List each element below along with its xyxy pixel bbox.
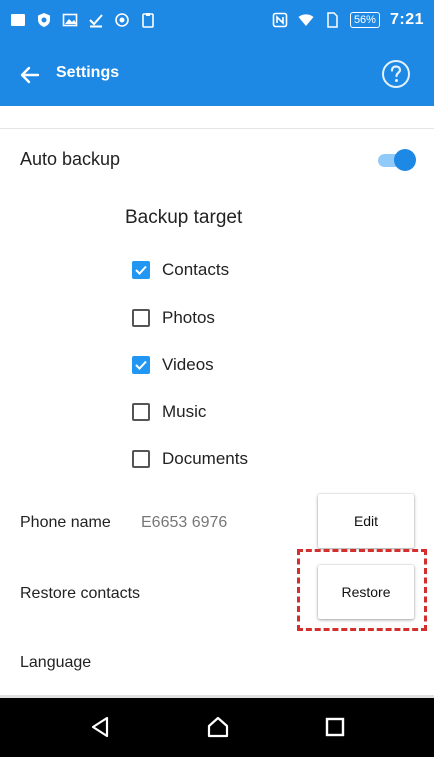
nfc-icon <box>272 12 288 28</box>
auto-backup-label: Auto backup <box>20 149 121 169</box>
recents-icon[interactable] <box>320 712 350 742</box>
checkbox-label: Contacts <box>162 260 230 279</box>
checkbox-row-documents[interactable]: Documents <box>132 447 248 471</box>
app-bar: Settings <box>0 44 434 106</box>
checkbox-unchecked-icon[interactable] <box>132 450 150 468</box>
checkbox-label: Videos <box>162 355 214 374</box>
checkbox-checked-icon[interactable] <box>132 261 150 279</box>
page-title: Settings <box>56 64 120 81</box>
sim-icon <box>327 12 338 28</box>
checkbox-row-contacts[interactable]: Contacts <box>132 258 229 282</box>
restore-contacts-label: Restore contacts <box>20 585 141 602</box>
status-time: 7:21 <box>389 11 424 28</box>
settings-screen: 56% 7:21 Settings Auto backup Backup tar… <box>0 0 434 757</box>
checkbox-label: Documents <box>162 449 248 468</box>
home-icon[interactable] <box>203 712 233 742</box>
arrow-left-icon[interactable] <box>18 63 42 87</box>
checkbox-label: Music <box>162 402 207 421</box>
language-label[interactable]: Language <box>20 654 91 672</box>
toggle-thumb <box>394 149 416 171</box>
phone-name-label: Phone name <box>20 514 111 531</box>
shield-icon <box>38 13 50 27</box>
back-triangle-icon[interactable] <box>86 712 116 742</box>
checkbox-row-photos[interactable]: Photos <box>132 306 215 330</box>
image-icon <box>62 13 78 27</box>
auto-backup-toggle[interactable] <box>376 148 416 172</box>
status-bar: 56% 7:21 <box>0 0 434 44</box>
checkbox-unchecked-icon[interactable] <box>132 309 150 327</box>
divider <box>0 128 434 129</box>
edit-button[interactable]: Edit <box>318 494 414 548</box>
backup-target-title: Backup target <box>125 207 243 228</box>
download-check-icon <box>89 14 103 28</box>
status-icons-left <box>10 12 156 28</box>
wifi-icon <box>298 14 314 26</box>
checkbox-unchecked-icon[interactable] <box>132 403 150 421</box>
checkbox-checked-icon[interactable] <box>132 356 150 374</box>
clipboard-icon <box>142 13 154 28</box>
navigation-bar <box>0 698 434 757</box>
help-circle-icon[interactable] <box>380 58 412 90</box>
phone-name-value: E6653 6976 <box>141 514 228 531</box>
checkbox-row-videos[interactable]: Videos <box>132 353 214 377</box>
restore-button[interactable]: Restore <box>318 565 414 619</box>
notification-square-icon <box>11 14 25 26</box>
battery-level: 56% <box>349 12 380 28</box>
checkbox-label: Photos <box>162 308 215 327</box>
checkbox-row-music[interactable]: Music <box>132 400 206 424</box>
status-icons-right: 56% 7:21 <box>272 11 424 29</box>
shield-small-icon <box>115 13 129 27</box>
